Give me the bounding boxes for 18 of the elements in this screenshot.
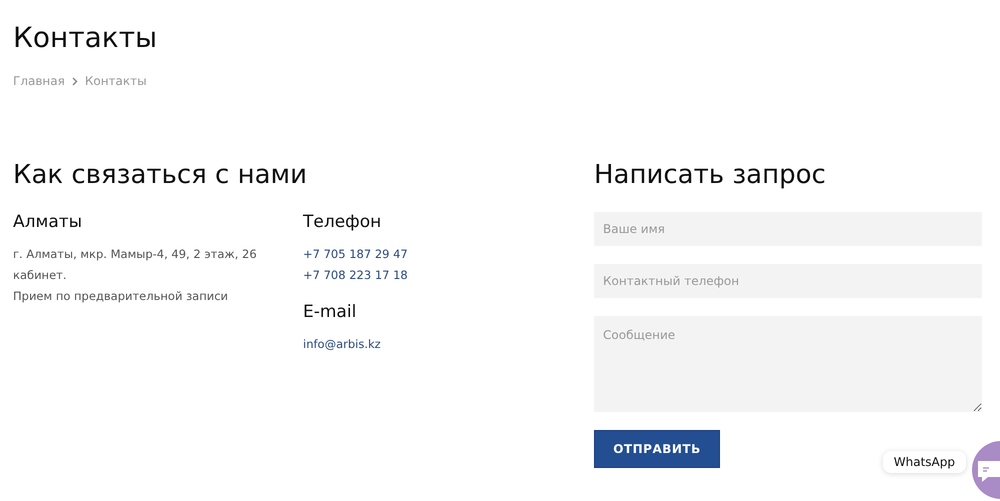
page-title: Контакты (13, 20, 158, 56)
chevron-icon (72, 76, 78, 86)
phone-link[interactable]: +7 705 187 29 47 (303, 244, 408, 265)
input-field[interactable]: Контактный телефон (594, 264, 982, 298)
city-title: Алматы (13, 211, 84, 234)
email-link[interactable]: info@arbis.kz (303, 334, 408, 355)
phone-title: Телефон (303, 211, 382, 234)
message-field[interactable]: Сообщение (594, 316, 982, 412)
section-heading: Написать запрос (594, 159, 827, 192)
input-field[interactable]: Ваше имя (594, 212, 982, 246)
section-heading: Как связаться с нами (13, 159, 308, 192)
email-title: E-mail (303, 301, 358, 324)
phone-link[interactable]: +7 708 223 17 18 (303, 265, 408, 286)
submit-button[interactable]: ОТПРАВИТЬ (594, 430, 720, 468)
chat-label[interactable]: WhatsApp (882, 451, 966, 473)
address-text: Прием по предварительной записи (13, 288, 230, 305)
address-text: г. Алматы, мкр. Мамыр-4, 49, 2 этаж, 26 кабинет. (13, 246, 258, 284)
chat-icon[interactable] (972, 441, 1000, 499)
